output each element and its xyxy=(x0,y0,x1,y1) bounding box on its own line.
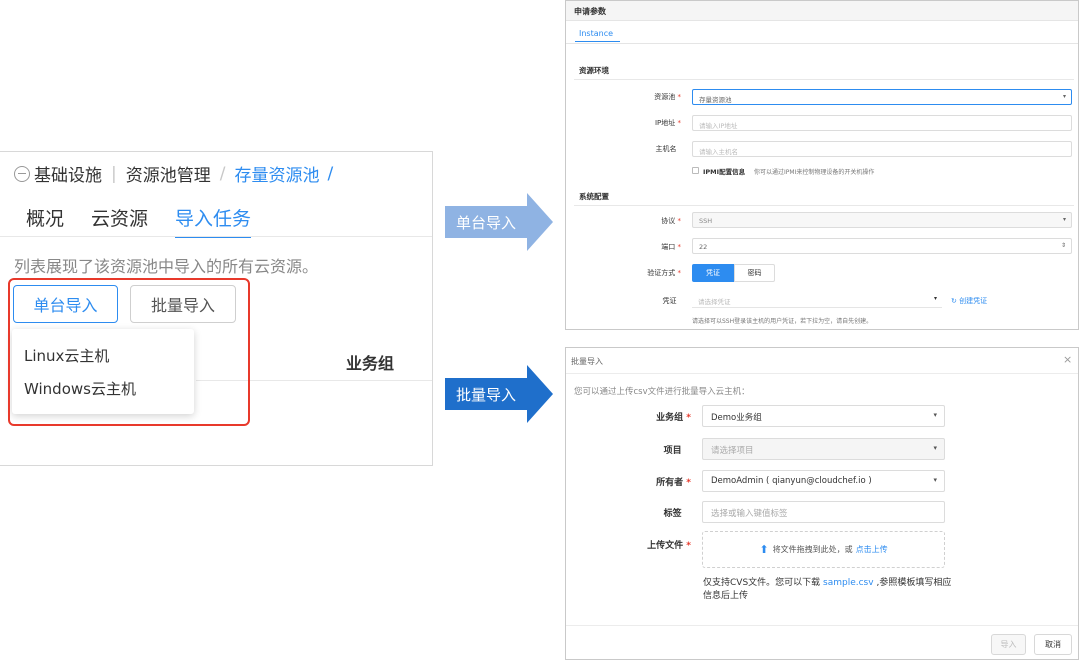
breadcrumb-divider: | xyxy=(111,163,117,184)
arrow-label-batch: 批量导入 xyxy=(455,385,516,404)
close-icon[interactable]: × xyxy=(1063,353,1072,366)
pool-label: 资源池 * xyxy=(654,93,681,101)
protocol-label: 协议 * xyxy=(661,217,681,225)
form-header: 申请参数 xyxy=(566,1,1078,21)
host-input[interactable]: 请输入主机名 xyxy=(692,141,1072,157)
ipmi-hint: 你可以通过IPMI来控制物理设备的开关机操作 xyxy=(754,169,875,176)
click-upload-link[interactable]: 点击上传 xyxy=(856,544,888,555)
breadcrumb-root[interactable]: 基础设施 xyxy=(34,161,102,186)
protocol-select[interactable]: SSH ▾ xyxy=(692,212,1072,228)
owner-select[interactable]: DemoAdmin ( qianyun@cloudchef.io ) ▾ xyxy=(702,470,945,492)
arrow-label-single: 单台导入 xyxy=(455,213,516,232)
tab-instance[interactable]: Instance xyxy=(575,29,620,42)
project-label: 项目 xyxy=(663,446,682,456)
group-label: 业务组 * xyxy=(656,413,691,423)
modal-title: 批量导入 xyxy=(571,357,603,366)
upload-help: 仅支持CVS文件。您可以下载 sample.csv ,参照模板填写相应信息后上传 xyxy=(703,578,952,601)
business-group-select[interactable]: Demo业务组 ▾ xyxy=(702,405,945,427)
credential-label: 凭证 xyxy=(662,297,677,305)
tab-bar: 概况 云资源 导入任务 xyxy=(26,204,278,238)
credential-select[interactable]: 请选择凭证 ▾ xyxy=(692,292,942,308)
chevron-down-icon: ▾ xyxy=(933,476,937,484)
port-label: 端口 * xyxy=(661,243,681,251)
arrow-batch-import: 批量导入 xyxy=(445,365,553,423)
auth-credential-toggle[interactable]: 凭证 xyxy=(692,264,734,282)
resource-pool-panel: 基础设施 | 资源池管理 / 存量资源池 / 概况 云资源 导入任务 列表展现了… xyxy=(0,151,433,466)
section-divider xyxy=(574,79,1074,80)
breadcrumb-trailing-separator: / xyxy=(327,163,334,184)
column-header-business-group: 业务组 xyxy=(346,354,395,373)
host-label: 主机名 xyxy=(655,145,677,153)
upload-text: 将文件拖拽到此处，或 xyxy=(772,545,853,554)
upload-icon: ⬆ xyxy=(759,543,769,556)
highlight-box xyxy=(8,278,250,426)
refresh-icon: ↻ xyxy=(951,297,957,305)
cancel-button[interactable]: 取消 xyxy=(1034,634,1072,655)
ipmi-checkbox[interactable] xyxy=(692,167,699,174)
ipmi-label: IPMI配置信息 xyxy=(703,168,746,176)
breadcrumb-mid[interactable]: 资源池管理 xyxy=(126,161,211,186)
stepper-icon[interactable]: ⇕ xyxy=(1061,242,1066,249)
chevron-down-icon: ▾ xyxy=(933,444,937,452)
tab-divider xyxy=(0,236,432,237)
create-credential-link[interactable]: ↻ 创建凭证 xyxy=(951,296,987,306)
project-select[interactable]: 请选择项目 ▾ xyxy=(702,438,945,460)
upload-label: 上传文件 * xyxy=(647,541,691,551)
tab-divider xyxy=(566,43,1078,44)
section-system-config: 系统配置 xyxy=(579,192,609,201)
chevron-down-icon: ▾ xyxy=(933,295,937,302)
chevron-down-icon: ▾ xyxy=(1062,216,1066,223)
modal-footer-divider xyxy=(566,625,1078,626)
breadcrumb-separator: / xyxy=(219,163,226,184)
single-import-form: 申请参数 Instance 资源环境 资源池 * 存量资源池 ▾ IP地址 * 请… xyxy=(565,0,1079,330)
upload-dropzone[interactable]: ⬆ 将文件拖拽到此处，或 点击上传 xyxy=(702,531,945,568)
infrastructure-icon xyxy=(14,165,30,182)
section-resource-env: 资源环境 xyxy=(579,66,609,75)
tab-overview[interactable]: 概况 xyxy=(26,204,64,238)
owner-label: 所有者 * xyxy=(656,478,691,488)
chevron-down-icon: ▾ xyxy=(1062,93,1066,100)
page-description: 列表展现了该资源池中导入的所有云资源。 xyxy=(14,257,319,276)
ip-label: IP地址 * xyxy=(654,119,681,127)
chevron-down-icon: ▾ xyxy=(933,411,937,419)
breadcrumb-current: 存量资源池 xyxy=(234,166,320,186)
import-button[interactable]: 导入 xyxy=(991,634,1026,655)
auth-password-toggle[interactable]: 密码 xyxy=(734,264,775,282)
pool-select[interactable]: 存量资源池 ▾ xyxy=(692,89,1072,105)
breadcrumb: 基础设施 | 资源池管理 / 存量资源池 / xyxy=(14,161,342,186)
ip-input[interactable]: 请输入IP地址 xyxy=(692,115,1072,131)
tab-import-tasks[interactable]: 导入任务 xyxy=(175,204,252,238)
tag-input[interactable]: 选择或输入键值标签 xyxy=(702,501,945,523)
auth-label: 验证方式 * xyxy=(647,269,681,277)
credential-hint: 请选择可以SSH登录该主机的用户凭证，若下拉为空，请自先创建。 xyxy=(692,318,873,325)
modal-header-divider xyxy=(566,373,1078,374)
port-input[interactable]: 22 ⇕ xyxy=(692,238,1072,254)
arrow-single-import: 单台导入 xyxy=(445,193,553,251)
batch-import-modal: 批量导入 × 您可以通过上传csv文件进行批量导入云主机： 业务组 * Demo… xyxy=(565,347,1079,660)
tab-cloud-resources[interactable]: 云资源 xyxy=(91,204,148,238)
section-divider xyxy=(574,205,1074,206)
modal-note: 您可以通过上传csv文件进行批量导入云主机： xyxy=(574,387,750,397)
sample-csv-link[interactable]: sample.csv xyxy=(823,578,874,588)
tag-label: 标签 xyxy=(663,509,682,519)
